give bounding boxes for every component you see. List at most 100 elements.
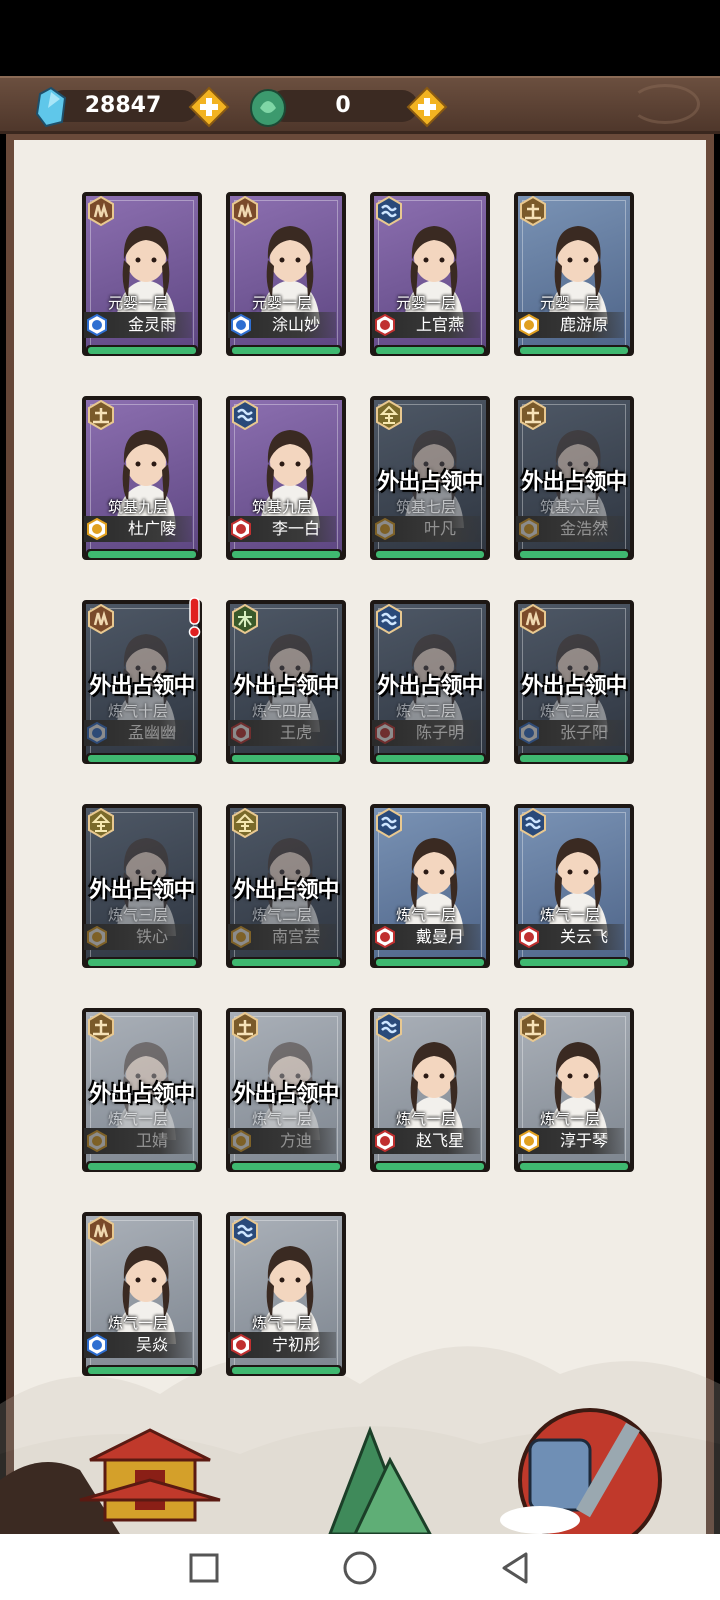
water-element-icon: [232, 400, 258, 430]
fire-element-icon: [520, 604, 546, 634]
hp-fill: [88, 347, 196, 354]
disciple-name: 南宫芸: [271, 927, 320, 946]
hp-bar: [518, 753, 630, 764]
cultivation-realm: 筑基九层: [251, 498, 312, 516]
disciple-card[interactable]: 元婴一层鹿游原: [514, 192, 634, 362]
cultivation-realm: 炼气一层: [539, 1110, 600, 1128]
hp-fill: [520, 755, 628, 762]
hp-fill: [520, 1163, 628, 1170]
home-button[interactable]: [342, 1550, 378, 1586]
disciple-card[interactable]: 炼气一层 宁初彤: [226, 1212, 346, 1382]
disciple-card[interactable]: 筑基七层 叶凡 外出占领中: [370, 396, 490, 566]
hp-fill: [88, 755, 196, 762]
disciple-card[interactable]: 炼气一层 方迪 外出占领中: [226, 1008, 346, 1178]
away-status: 外出占领中: [89, 673, 195, 699]
hp-bar: [374, 1161, 486, 1172]
sect-icon: [87, 926, 107, 948]
disciple-card[interactable]: 炼气四层 王虎 外出占领中: [226, 600, 346, 770]
sect-icon: [519, 722, 539, 744]
status-bar: [0, 0, 720, 76]
away-status: 外出占领中: [89, 1081, 195, 1107]
disciple-card[interactable]: 炼气一层关云飞: [514, 804, 634, 974]
disciple-card[interactable]: 炼气三层 陈子明 外出占领中: [370, 600, 490, 770]
disciple-card[interactable]: 筑基六层 金浩然 外出占领中: [514, 396, 634, 566]
hp-bar: [230, 1365, 342, 1376]
mountain-icon[interactable]: [328, 1425, 432, 1534]
disciple-card[interactable]: 炼气十层 孟幽幽 外出占领中: [82, 597, 202, 770]
cultivation-realm: 炼气四层: [251, 702, 312, 720]
disciple-name: 卫婧: [135, 1131, 168, 1150]
currency-bar: 28847 0: [0, 76, 720, 134]
add-spirit-stone-button[interactable]: [188, 86, 230, 128]
sect-icon: [231, 722, 251, 744]
disciple-card[interactable]: 元婴一层 金灵雨: [82, 192, 202, 362]
metal-element-icon: [376, 400, 402, 430]
cultivation-realm: 元婴一层: [539, 294, 600, 312]
spirit-stone-counter: 28847: [30, 84, 230, 128]
add-jade-button[interactable]: [406, 86, 448, 128]
sect-icon: [87, 1130, 107, 1152]
away-status: 外出占领中: [521, 469, 627, 495]
water-element-icon: [232, 1216, 258, 1246]
hp-bar: [230, 345, 342, 356]
sect-icon: [231, 314, 251, 336]
hp-bar: [374, 957, 486, 968]
hp-fill: [88, 959, 196, 966]
disciple-card[interactable]: 元婴一层 上官燕: [370, 192, 490, 362]
hp-bar: [86, 1161, 198, 1172]
disciple-card[interactable]: 炼气三层 铁心 外出占领中: [82, 804, 202, 974]
disciple-name: 吴焱: [135, 1335, 168, 1354]
disciple-card[interactable]: 炼气一层 赵飞星: [370, 1008, 490, 1178]
disciple-name: 关云飞: [559, 927, 608, 946]
cultivation-realm: 元婴一层: [251, 294, 312, 312]
cultivation-realm: 筑基九层: [107, 498, 168, 516]
hp-fill: [232, 347, 340, 354]
disciple-card[interactable]: 炼气一层淳于琴: [514, 1008, 634, 1178]
hp-bar: [374, 753, 486, 764]
jade-icon: [250, 89, 286, 127]
metal-element-icon: [232, 808, 258, 838]
sect-icon: [375, 518, 395, 540]
cultivation-realm: 炼气二层: [251, 906, 312, 924]
cultivation-realm: 炼气三层: [107, 906, 168, 924]
hp-fill: [88, 1163, 196, 1170]
cultivation-realm: 元婴一层: [395, 294, 456, 312]
hp-fill: [376, 959, 484, 966]
hp-bar: [86, 1365, 198, 1376]
away-status: 外出占领中: [377, 469, 483, 495]
fire-element-icon: [232, 196, 258, 226]
away-status: 外出占领中: [233, 877, 339, 903]
sect-icon: [231, 926, 251, 948]
hp-fill: [520, 347, 628, 354]
away-status: 外出占领中: [89, 877, 195, 903]
cultivation-realm: 炼气一层: [539, 906, 600, 924]
cultivation-realm: 元婴一层: [107, 294, 168, 312]
water-element-icon: [520, 808, 546, 838]
disciple-card[interactable]: 炼气二层南宫芸 外出占领中: [226, 804, 346, 974]
disciple-card[interactable]: 炼气一层 卫婧 外出占领中: [82, 1008, 202, 1178]
disciple-name: 叶凡: [423, 519, 456, 538]
bottom-decoration: [0, 1408, 662, 1534]
disciple-card[interactable]: 炼气三层 张子阳 外出占领中: [514, 600, 634, 770]
disciple-card[interactable]: 筑基九层 杜广陵: [82, 396, 202, 566]
earth-element-icon: [88, 1012, 114, 1042]
sect-icon: [519, 518, 539, 540]
scroll-bag-icon[interactable]: [500, 1408, 662, 1534]
disciple-name: 淳于琴: [559, 1131, 608, 1150]
disciple-name: 张子阳: [559, 723, 608, 742]
metal-element-icon: [88, 808, 114, 838]
hp-bar: [374, 549, 486, 560]
recent-apps-button[interactable]: [186, 1550, 222, 1586]
disciple-card[interactable]: 炼气一层 戴曼月: [370, 804, 490, 974]
disciple-card[interactable]: 筑基九层 李一白: [226, 396, 346, 566]
cultivation-realm: 炼气一层: [107, 1314, 168, 1332]
disciple-card[interactable]: 元婴一层 涂山妙: [226, 192, 346, 362]
hp-bar: [518, 549, 630, 560]
fire-element-icon: [88, 1216, 114, 1246]
cultivation-realm: 炼气一层: [395, 906, 456, 924]
disciple-name: 鹿游原: [559, 315, 608, 334]
disciple-card[interactable]: 炼气一层吴焱: [82, 1212, 202, 1382]
back-button[interactable]: [498, 1550, 534, 1586]
earth-element-icon: [520, 1012, 546, 1042]
alert-icon: [188, 597, 201, 638]
